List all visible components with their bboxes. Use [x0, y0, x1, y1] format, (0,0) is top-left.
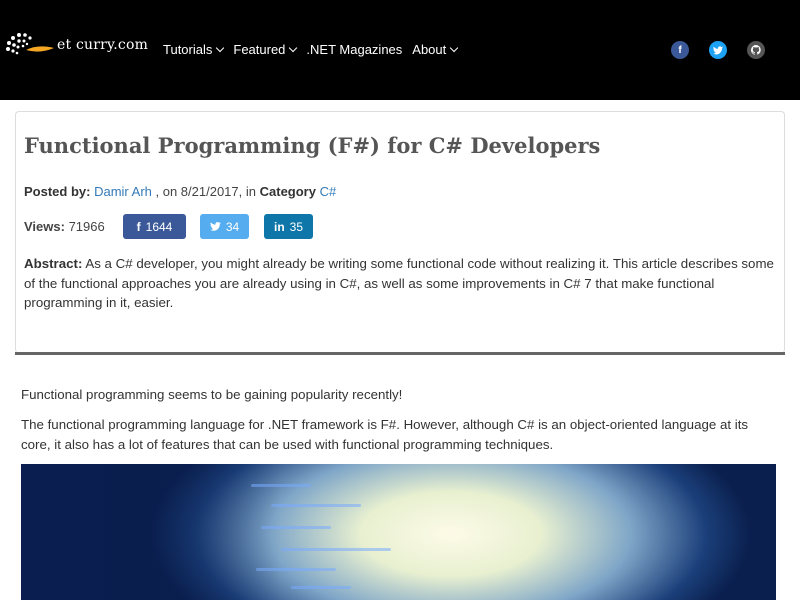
article-title: Functional Programming (F#) for C# Devel… [24, 133, 601, 158]
top-navbar: et curry.com Tutorials Featured .NET Mag… [0, 0, 800, 100]
abstract-label: Abstract: [24, 256, 83, 271]
category-link[interactable]: C# [320, 184, 337, 199]
linkedin-share-count: 35 [289, 219, 304, 234]
main-nav: Tutorials Featured .NET Magazines About [163, 42, 467, 57]
twitter-bird-icon [713, 45, 723, 54]
views-count: 71966 [68, 219, 105, 234]
chevron-down-icon [216, 43, 225, 52]
body-paragraph: Functional programming seems to be gaini… [21, 387, 403, 402]
views-label: Views: [24, 219, 65, 234]
twitter-icon [209, 222, 221, 231]
nav-net-magazines[interactable]: .NET Magazines [306, 42, 402, 57]
linkedin-icon: in [273, 219, 285, 234]
nav-label: About [412, 42, 447, 57]
linkedin-share-button[interactable]: in 35 [264, 214, 313, 239]
facebook-icon: f [136, 219, 141, 234]
date-text: , on 8/21/2017, in [155, 184, 256, 199]
nav-featured[interactable]: Featured [233, 42, 298, 57]
views-row: Views: 71966 [24, 219, 105, 234]
nav-about[interactable]: About [412, 42, 459, 57]
facebook-share-count: 1644 [145, 219, 173, 234]
body-paragraph: The functional programming language for … [21, 417, 749, 452]
logo-text: et curry.com [57, 37, 149, 53]
nav-label: Featured [233, 42, 286, 57]
twitter-icon[interactable] [709, 41, 727, 59]
category-label: Category [259, 184, 316, 199]
chevron-down-icon [289, 43, 298, 52]
hero-streak [281, 548, 391, 551]
twitter-share-button[interactable]: 34 [200, 214, 249, 239]
hero-streak [251, 484, 311, 487]
article-abstract: Abstract: As a C# developer, you might a… [24, 254, 776, 313]
nav-label: .NET Magazines [306, 42, 403, 57]
hero-streak [291, 586, 351, 589]
hero-streak [256, 568, 336, 571]
chevron-down-icon [450, 43, 459, 52]
hero-shade [21, 464, 281, 600]
facebook-icon[interactable]: f [671, 41, 689, 59]
nav-tutorials[interactable]: Tutorials [163, 42, 225, 57]
twitter-share-count: 34 [225, 219, 240, 234]
hero-streak [261, 526, 331, 529]
section-divider [15, 352, 785, 355]
posted-by-label: Posted by: [24, 184, 91, 199]
site-logo[interactable]: et curry.com [4, 32, 148, 58]
facebook-share-button[interactable]: f 1644 [123, 214, 186, 239]
logo-mark-icon [6, 33, 54, 55]
abstract-text: As a C# developer, you might already be … [24, 256, 774, 310]
article-hero-image [21, 464, 776, 600]
article-meta: Posted by: Damir Arh , on 8/21/2017, in … [24, 184, 336, 199]
github-cat-icon [751, 45, 761, 55]
github-icon[interactable] [747, 41, 765, 59]
author-link[interactable]: Damir Arh [94, 184, 152, 199]
nav-label: Tutorials [163, 42, 213, 57]
hero-streak [271, 504, 361, 507]
